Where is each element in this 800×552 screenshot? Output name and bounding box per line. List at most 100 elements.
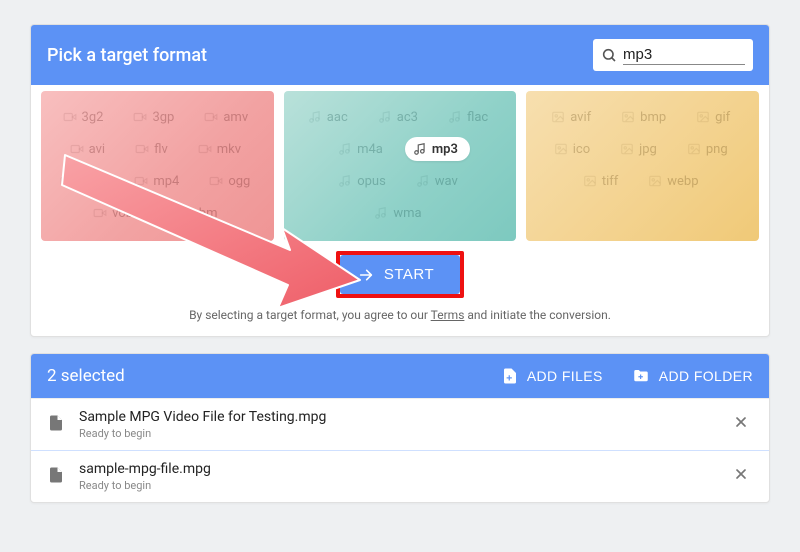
format-card: Pick a target format 3g2 3gp amv avi flv mkv m…: [30, 24, 770, 337]
selection-actions: ADD FILES ADD FOLDER: [501, 367, 753, 385]
file-plus-icon: [501, 367, 519, 385]
format-pill-label: webm: [182, 207, 217, 220]
video-icon: [209, 174, 223, 188]
format-pill-png[interactable]: png: [679, 137, 740, 161]
selection-count: 2 selected: [47, 366, 125, 386]
format-pill-label: m4a: [357, 143, 383, 156]
format-pill-webp[interactable]: webp: [640, 169, 710, 193]
format-pill-label: jpg: [639, 143, 657, 156]
format-pill-label: ac3: [397, 111, 418, 124]
format-pill-avi[interactable]: avi: [62, 137, 117, 161]
format-pill-label: ico: [573, 143, 590, 156]
format-pill-label: avi: [89, 143, 105, 156]
video-icon: [163, 206, 177, 220]
start-label: START: [384, 266, 434, 283]
format-pill-label: mov: [79, 175, 104, 188]
format-pill-mp4[interactable]: mp4: [126, 169, 191, 193]
search-input[interactable]: [623, 46, 745, 65]
search-icon: [601, 47, 617, 63]
format-pill-wav[interactable]: wav: [408, 169, 470, 193]
format-pill-label: aac: [327, 111, 348, 124]
remove-file-button[interactable]: [729, 462, 753, 491]
image-icon: [620, 142, 634, 156]
search-box[interactable]: [593, 39, 753, 71]
format-pill-aac[interactable]: aac: [300, 105, 360, 129]
music-note-icon: [413, 142, 427, 156]
format-pill-3g2[interactable]: 3g2: [55, 105, 116, 129]
format-pill-bmp[interactable]: bmp: [613, 105, 678, 129]
add-files-button[interactable]: ADD FILES: [501, 367, 603, 385]
format-pill-tiff[interactable]: tiff: [575, 169, 630, 193]
format-pill-label: flv: [154, 143, 168, 156]
format-pill-label: mp3: [432, 143, 458, 156]
music-note-icon: [338, 142, 352, 156]
terms-link[interactable]: Terms: [431, 308, 465, 322]
image-icon: [621, 110, 635, 124]
music-note-icon: [374, 206, 388, 220]
image-icon: [583, 174, 597, 188]
selection-bar: 2 selected ADD FILES ADD FOLDER: [31, 354, 769, 398]
format-pill-label: png: [706, 143, 728, 156]
format-pill-amv[interactable]: amv: [196, 105, 260, 129]
format-pill-wma[interactable]: wma: [366, 201, 433, 225]
file-name: sample-mpg-file.mpg: [79, 461, 715, 477]
files-card: 2 selected ADD FILES ADD FOLDER Sample M…: [30, 353, 770, 503]
file-row: sample-mpg-file.mpg Ready to begin: [31, 450, 769, 502]
format-pill-label: amv: [223, 111, 248, 124]
file-status: Ready to begin: [79, 479, 715, 492]
format-pill-label: ogg: [228, 175, 250, 188]
format-pill-label: wma: [393, 207, 421, 220]
format-pill-mov[interactable]: mov: [52, 169, 116, 193]
music-note-icon: [378, 110, 392, 124]
format-header: Pick a target format: [31, 25, 769, 85]
format-pill-flac[interactable]: flac: [440, 105, 500, 129]
format-group-image: avif bmpgif ico jpg png tiff webp: [526, 91, 759, 241]
video-icon: [63, 110, 77, 124]
format-pill-label: vob: [112, 207, 133, 220]
format-pill-label: wav: [435, 175, 458, 188]
arrow-right-icon: [358, 267, 374, 283]
format-pill-vob[interactable]: vob: [85, 201, 145, 225]
image-icon: [648, 174, 662, 188]
format-pill-mkv[interactable]: mkv: [190, 137, 253, 161]
close-icon: [733, 466, 749, 482]
format-pill-avif[interactable]: avif: [543, 105, 603, 129]
format-pill-label: avif: [570, 111, 591, 124]
video-icon: [133, 110, 147, 124]
format-pill-3gp[interactable]: 3gp: [125, 105, 186, 129]
music-note-icon: [308, 110, 322, 124]
terms-text: By selecting a target format, you agree …: [31, 302, 769, 336]
format-title: Pick a target format: [47, 45, 207, 66]
format-pill-mp3[interactable]: mp3: [405, 137, 470, 161]
format-pill-ogg[interactable]: ogg: [201, 169, 262, 193]
format-pill-opus[interactable]: opus: [330, 169, 398, 193]
format-pill-label: flac: [467, 111, 488, 124]
folder-plus-icon: [631, 367, 651, 385]
formats-row: 3g2 3gp amv avi flv mkv mov mp4 ogg vob webm aac ac…: [31, 85, 769, 251]
add-folder-button[interactable]: ADD FOLDER: [631, 367, 753, 385]
file-icon: [47, 466, 65, 488]
video-icon: [93, 206, 107, 220]
format-group-video: 3g2 3gp amv avi flv mkv mov mp4 ogg vob webm: [41, 91, 274, 241]
format-pill-label: 3gp: [152, 111, 174, 124]
music-note-icon: [448, 110, 462, 124]
format-pill-webm[interactable]: webm: [155, 201, 229, 225]
file-row: Sample MPG Video File for Testing.mpgRea…: [31, 398, 769, 450]
format-pill-m4a[interactable]: m4a: [330, 137, 395, 161]
video-icon: [134, 174, 148, 188]
format-pill-gif[interactable]: gif: [688, 105, 742, 129]
format-pill-ico[interactable]: ico: [546, 137, 602, 161]
format-pill-label: opus: [357, 175, 386, 188]
remove-file-button[interactable]: [729, 410, 753, 439]
video-icon: [198, 142, 212, 156]
music-note-icon: [338, 174, 352, 188]
image-icon: [551, 110, 565, 124]
format-pill-jpg[interactable]: jpg: [612, 137, 669, 161]
start-button[interactable]: START: [340, 255, 460, 294]
format-pill-ac3[interactable]: ac3: [370, 105, 430, 129]
format-pill-label: webp: [667, 175, 698, 188]
format-pill-label: 3g2: [82, 111, 104, 124]
format-pill-flv[interactable]: flv: [127, 137, 180, 161]
video-icon: [204, 110, 218, 124]
image-icon: [687, 142, 701, 156]
